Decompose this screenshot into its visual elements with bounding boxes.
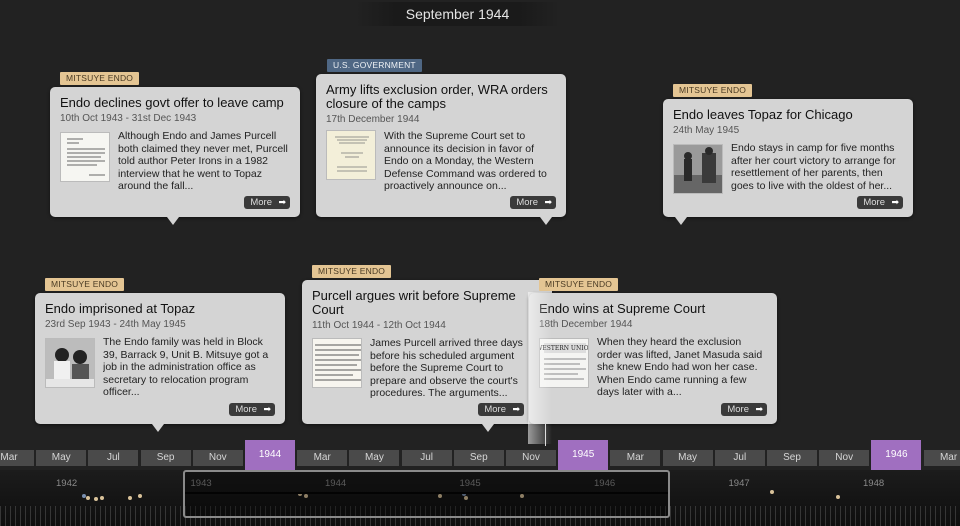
event-dates: 23rd Sep 1943 - 24th May 1945 — [45, 319, 186, 330]
event-title: Endo leaves Topaz for Chicago — [673, 107, 853, 122]
month-tab[interactable]: Jul — [714, 450, 765, 466]
event-dates: 11th Oct 1944 - 12th Oct 1944 — [312, 320, 446, 331]
overview-event-dot — [100, 496, 104, 500]
event-title: Purcell argues writ before Supreme Court — [312, 288, 516, 317]
arrow-right-icon: ➡ — [891, 197, 899, 207]
event-summary: Although Endo and James Purcell both cla… — [118, 130, 288, 190]
event-dates: 24th May 1945 — [673, 125, 740, 136]
more-label: More — [863, 197, 885, 208]
month-tab[interactable]: Sep — [767, 450, 817, 466]
month-tab[interactable]: Sep — [140, 450, 191, 466]
more-button[interactable]: More ➡ — [857, 196, 903, 209]
event-title: Endo wins at Supreme Court — [539, 301, 706, 316]
overview-event-dot — [128, 496, 132, 500]
month-tab[interactable]: Nov — [819, 450, 870, 466]
month-tab[interactable]: Mar — [0, 450, 34, 466]
event-title: Endo declines govt offer to leave camp — [60, 95, 284, 110]
event-summary: With the Supreme Court set to announce i… — [384, 130, 547, 192]
current-date-label: September 1944 — [355, 2, 560, 26]
month-tab[interactable]: Mar — [923, 450, 960, 466]
month-tab[interactable]: May — [349, 450, 400, 466]
month-tab[interactable]: May — [662, 450, 713, 466]
event-card-endo-declines[interactable]: Endo declines govt offer to leave camp 1… — [50, 87, 300, 217]
category-tag: MITSUYE ENDO — [312, 265, 392, 278]
arrow-right-icon: ➡ — [512, 404, 520, 414]
event-dates: 10th Oct 1943 - 31st Dec 1943 — [60, 113, 197, 124]
event-dates: 17th December 1944 — [326, 114, 420, 125]
overview-year-label: 1942 — [56, 478, 78, 489]
event-card-purcell-argues[interactable]: Purcell argues writ before Supreme Court… — [302, 280, 552, 424]
overview-event-dot — [94, 497, 98, 501]
overview-event-dot — [770, 490, 774, 494]
overview-window-handle[interactable] — [183, 470, 670, 518]
year-marker-1944[interactable]: 1944 — [245, 440, 295, 470]
event-card-endo-leaves[interactable]: Endo leaves Topaz for Chicago 24th May 1… — [663, 99, 913, 217]
card-pointer — [675, 217, 687, 225]
overview-event-dot — [86, 496, 90, 500]
year-marker-1945[interactable]: 1945 — [558, 440, 609, 470]
more-button[interactable]: More ➡ — [721, 403, 767, 416]
more-label: More — [250, 197, 272, 208]
arrow-right-icon: ➡ — [278, 197, 286, 207]
more-label: More — [235, 404, 257, 415]
category-tag: MITSUYE ENDO — [673, 84, 753, 97]
arrow-right-icon: ➡ — [263, 404, 271, 414]
month-tab[interactable]: Jul — [88, 450, 139, 466]
event-card-endo-imprisoned[interactable]: Endo imprisoned at Topaz 23rd Sep 1943 -… — [35, 293, 285, 424]
event-card-army-lifts[interactable]: Army lifts exclusion order, WRA orders c… — [316, 74, 566, 217]
overview-event-dot — [836, 495, 840, 499]
more-button[interactable]: More ➡ — [229, 403, 275, 416]
category-tag: MITSUYE ENDO — [60, 72, 140, 85]
photo-icon — [45, 338, 95, 388]
event-summary: The Endo family was held in Block 39, Ba… — [103, 336, 269, 398]
card-pointer — [152, 424, 164, 432]
timeline-stage[interactable]: September 1944 MITSUYE ENDO Endo decline… — [0, 0, 960, 448]
more-button[interactable]: More ➡ — [244, 196, 290, 209]
year-marker-1946[interactable]: 1946 — [871, 440, 922, 470]
month-tab[interactable]: May — [36, 450, 87, 466]
event-summary: James Purcell arrived three days before … — [370, 337, 523, 399]
event-summary: When they heard the exclusion order was … — [597, 336, 763, 398]
overview-year-label: 1947 — [728, 478, 750, 489]
arrow-right-icon: ➡ — [544, 197, 552, 207]
month-tab[interactable]: Jul — [401, 450, 452, 466]
event-title: Army lifts exclusion order, WRA orders c… — [326, 82, 548, 111]
current-date-highlight — [528, 292, 552, 444]
month-tab[interactable]: Mar — [297, 450, 348, 466]
overview-year-label: 1948 — [863, 478, 885, 489]
current-date-line — [545, 424, 546, 448]
more-label: More — [516, 197, 538, 208]
more-label: More — [484, 404, 506, 415]
photo-icon — [673, 144, 723, 194]
category-tag: MITSUYE ENDO — [539, 278, 619, 291]
month-tab[interactable]: Mar — [610, 450, 661, 466]
card-pointer — [540, 217, 552, 225]
card-pointer — [167, 217, 179, 225]
overview-event-dot — [138, 494, 142, 498]
document-icon — [312, 338, 362, 388]
category-tag: MITSUYE ENDO — [45, 278, 125, 291]
proclamation-icon — [326, 130, 376, 180]
month-tab[interactable]: Sep — [453, 450, 504, 466]
month-tab[interactable]: Nov — [506, 450, 556, 466]
card-pointer — [482, 424, 494, 432]
arrow-right-icon: ➡ — [755, 404, 763, 414]
more-button[interactable]: More ➡ — [510, 196, 556, 209]
document-icon — [60, 132, 110, 182]
event-dates: 18th December 1944 — [539, 319, 633, 330]
event-card-endo-wins[interactable]: Endo wins at Supreme Court 18th December… — [529, 293, 777, 424]
month-tab[interactable]: Nov — [192, 450, 243, 466]
event-title: Endo imprisoned at Topaz — [45, 301, 196, 316]
more-button[interactable]: More ➡ — [478, 403, 524, 416]
event-summary: Endo stays in camp for five months after… — [731, 142, 896, 192]
category-tag: U.S. GOVERNMENT — [327, 59, 422, 72]
month-navigation[interactable]: Mar May Jul Sep Nov 1944 Mar May Jul Sep Nov 1945 Ma… — [0, 440, 960, 470]
more-label: More — [727, 404, 749, 415]
